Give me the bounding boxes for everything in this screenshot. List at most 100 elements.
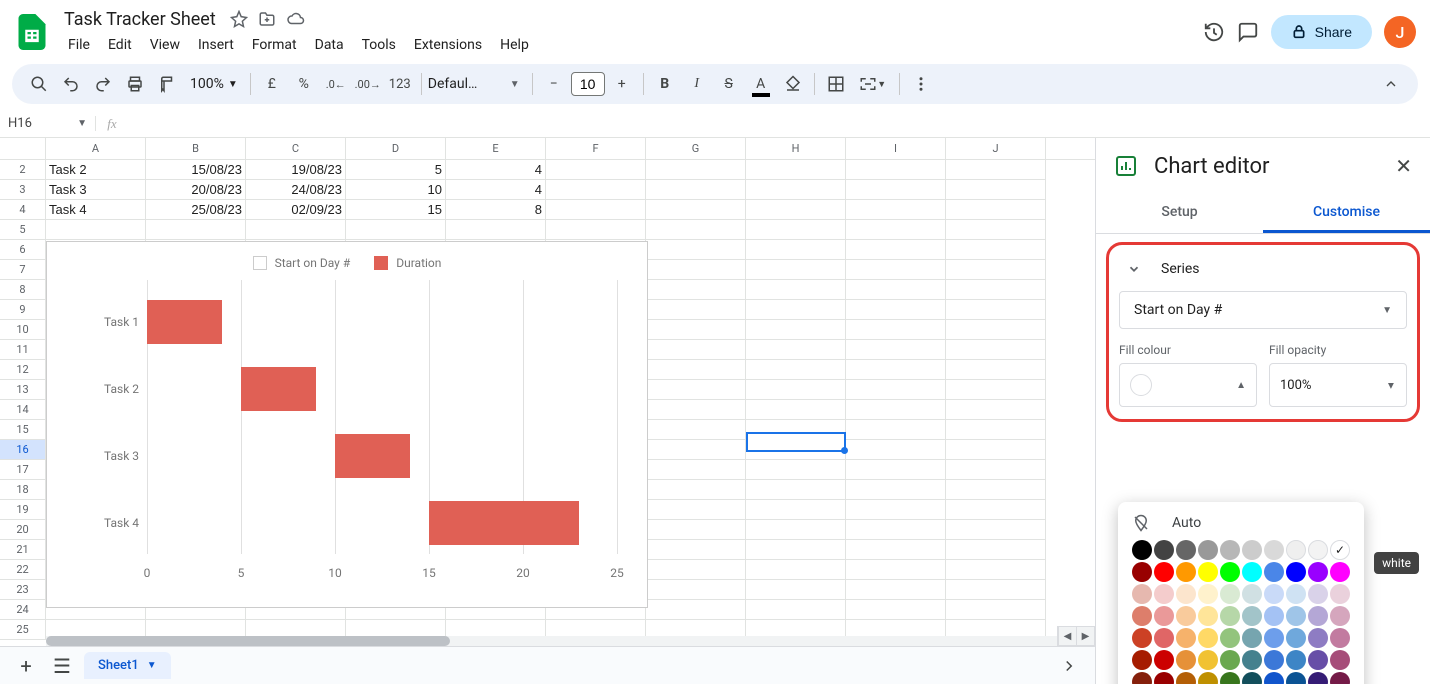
color-swatch[interactable] xyxy=(1330,584,1350,604)
cell[interactable] xyxy=(946,380,1046,400)
print-icon[interactable] xyxy=(120,69,150,99)
color-swatch[interactable] xyxy=(1154,584,1174,604)
color-swatch[interactable] xyxy=(1242,584,1262,604)
currency-button[interactable]: £ xyxy=(257,69,287,99)
row-header[interactable]: 11 xyxy=(0,340,46,360)
strike-button[interactable]: S xyxy=(714,69,744,99)
cell[interactable] xyxy=(846,220,946,240)
cloud-icon[interactable] xyxy=(286,10,306,28)
cell[interactable] xyxy=(946,180,1046,200)
cell[interactable] xyxy=(746,480,846,500)
cell[interactable] xyxy=(646,260,746,280)
fill-colour-picker[interactable]: ▲ xyxy=(1119,363,1257,407)
cell[interactable] xyxy=(946,600,1046,620)
cell[interactable]: Task 4 xyxy=(46,200,146,220)
redo-icon[interactable] xyxy=(88,69,118,99)
cell[interactable] xyxy=(946,580,1046,600)
cell[interactable] xyxy=(746,400,846,420)
cell[interactable]: 02/09/23 xyxy=(246,200,346,220)
cell[interactable] xyxy=(646,300,746,320)
cell[interactable] xyxy=(846,480,946,500)
cell[interactable] xyxy=(746,280,846,300)
color-swatch[interactable] xyxy=(1154,562,1174,582)
row-header[interactable]: 12 xyxy=(0,360,46,380)
cell[interactable] xyxy=(846,560,946,580)
cell[interactable] xyxy=(646,200,746,220)
all-sheets-icon[interactable]: ☰ xyxy=(48,652,76,680)
cell[interactable] xyxy=(946,300,1046,320)
cell[interactable]: 15 xyxy=(346,200,446,220)
history-icon[interactable] xyxy=(1203,21,1225,43)
color-swatch[interactable] xyxy=(1132,540,1152,560)
menu-extensions[interactable]: Extensions xyxy=(406,33,490,57)
cell[interactable] xyxy=(646,380,746,400)
color-swatch[interactable] xyxy=(1330,606,1350,626)
row-header[interactable]: 24 xyxy=(0,600,46,620)
menu-edit[interactable]: Edit xyxy=(100,33,140,57)
color-swatch[interactable] xyxy=(1286,584,1306,604)
color-swatch[interactable] xyxy=(1154,672,1174,684)
cell[interactable] xyxy=(746,520,846,540)
cell[interactable] xyxy=(646,560,746,580)
cell[interactable]: 15/08/23 xyxy=(146,160,246,180)
color-swatch[interactable] xyxy=(1198,540,1218,560)
cell[interactable] xyxy=(746,420,846,440)
menu-help[interactable]: Help xyxy=(492,33,537,57)
row-header[interactable]: 6 xyxy=(0,240,46,260)
color-swatch[interactable] xyxy=(1286,672,1306,684)
color-swatch[interactable] xyxy=(1176,650,1196,670)
row-header[interactable]: 8 xyxy=(0,280,46,300)
color-swatch[interactable] xyxy=(1242,650,1262,670)
close-icon[interactable]: ✕ xyxy=(1395,154,1412,178)
row-header[interactable]: 4 xyxy=(0,200,46,220)
collapse-toolbar-icon[interactable] xyxy=(1376,69,1406,99)
auto-label[interactable]: Auto xyxy=(1172,515,1201,531)
fill-color-button[interactable] xyxy=(778,69,808,99)
dec-increase-icon[interactable]: .00→ xyxy=(353,69,383,99)
star-icon[interactable] xyxy=(230,10,248,28)
number-format-button[interactable]: 123 xyxy=(385,69,415,99)
cell[interactable] xyxy=(646,160,746,180)
cell[interactable] xyxy=(746,300,846,320)
cell[interactable] xyxy=(746,220,846,240)
cell[interactable] xyxy=(946,520,1046,540)
col-header[interactable]: C xyxy=(246,138,346,159)
cell[interactable] xyxy=(846,600,946,620)
cell[interactable] xyxy=(546,220,646,240)
cell[interactable] xyxy=(646,460,746,480)
row-header[interactable]: 16 xyxy=(0,440,46,460)
color-swatch[interactable] xyxy=(1242,562,1262,582)
tab-setup[interactable]: Setup xyxy=(1096,194,1263,233)
row-header[interactable]: 19 xyxy=(0,500,46,520)
row-header[interactable]: 18 xyxy=(0,480,46,500)
color-swatch[interactable] xyxy=(1308,650,1328,670)
color-swatch[interactable] xyxy=(1286,540,1306,560)
add-sheet-button[interactable]: + xyxy=(12,652,40,680)
comment-icon[interactable] xyxy=(1237,21,1259,43)
cell[interactable]: 19/08/23 xyxy=(246,160,346,180)
cell[interactable] xyxy=(746,200,846,220)
tab-customise[interactable]: Customise xyxy=(1263,194,1430,233)
color-swatch[interactable] xyxy=(1220,650,1240,670)
color-swatch[interactable] xyxy=(1330,562,1350,582)
scroll-left-icon[interactable]: ◀ xyxy=(1058,627,1076,645)
color-swatch[interactable] xyxy=(1330,672,1350,684)
font-select[interactable]: Defaul… xyxy=(428,76,508,92)
font-size-plus[interactable]: + xyxy=(607,69,637,99)
cell[interactable] xyxy=(746,260,846,280)
color-swatch[interactable] xyxy=(1176,672,1196,684)
cell[interactable] xyxy=(646,320,746,340)
row-header[interactable]: 14 xyxy=(0,400,46,420)
share-button[interactable]: Share xyxy=(1271,15,1372,49)
cell[interactable] xyxy=(446,220,546,240)
color-swatch[interactable] xyxy=(1154,628,1174,648)
color-swatch[interactable] xyxy=(1132,650,1152,670)
cell[interactable] xyxy=(846,180,946,200)
col-header[interactable]: I xyxy=(846,138,946,159)
cell[interactable] xyxy=(846,460,946,480)
color-swatch[interactable] xyxy=(1176,628,1196,648)
cell[interactable] xyxy=(946,540,1046,560)
explore-icon[interactable] xyxy=(1055,652,1083,680)
row-header[interactable]: 20 xyxy=(0,520,46,540)
color-swatch[interactable] xyxy=(1198,628,1218,648)
